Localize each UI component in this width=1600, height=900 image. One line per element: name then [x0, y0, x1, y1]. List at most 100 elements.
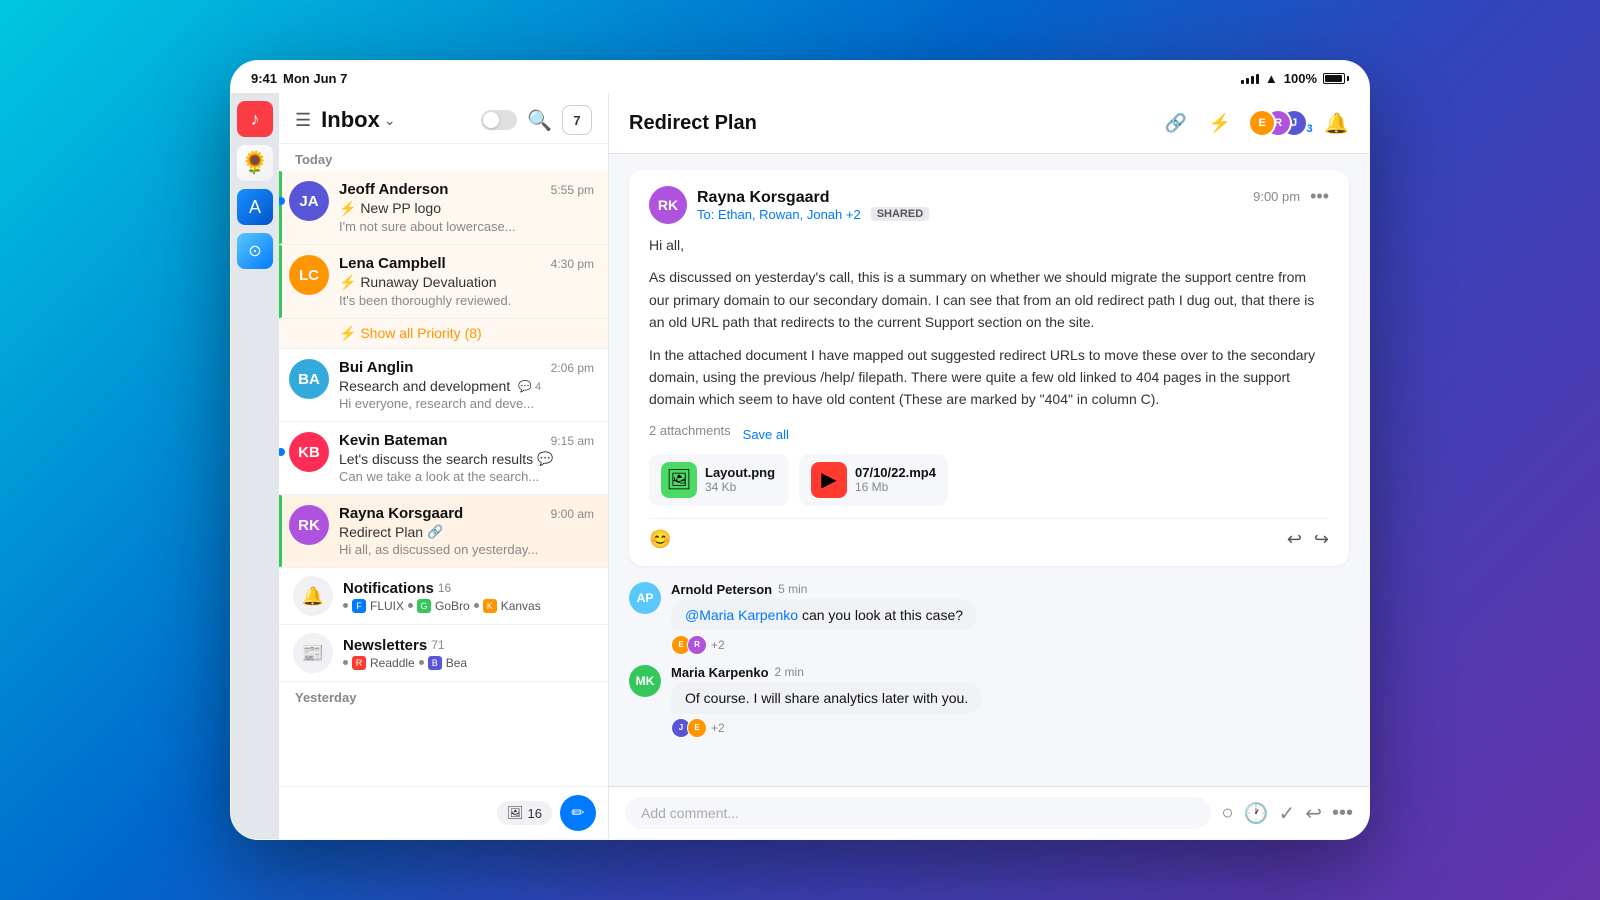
header-actions: 🔗 ⚡ E R J +3 🔔: [1160, 107, 1349, 139]
chat-item: MK Maria Karpenko 2 min Of course. I wil…: [629, 665, 1349, 738]
attachment-item[interactable]: 🖼 Layout.png 34 Kb: [649, 454, 789, 506]
att-name: Layout.png: [705, 465, 775, 480]
shared-badge: SHARED: [871, 207, 929, 221]
menu-icon[interactable]: ☰: [295, 110, 311, 131]
notif-content: Newsletters 71 R Readdle B Bea: [343, 637, 594, 670]
avatar: KB: [289, 432, 329, 472]
notif-title-row: Newsletters 71: [343, 637, 594, 654]
reaction-button[interactable]: 😊: [649, 529, 671, 550]
search-button[interactable]: 🔍: [527, 108, 552, 133]
subject-text: Research and development: [339, 378, 510, 394]
item-top: Bui Anglin 2:06 pm: [339, 359, 594, 376]
inbox-chevron-icon[interactable]: ⌄: [384, 112, 396, 129]
lightning-icon-button[interactable]: ⚡: [1204, 107, 1236, 139]
chat-section: AP Arnold Peterson 5 min @Maria Karpenko…: [629, 582, 1349, 738]
chip-count: 16: [528, 806, 542, 821]
att-size: 34 Kb: [705, 480, 775, 494]
dot-icon: [408, 603, 413, 608]
mention: @Maria Karpenko: [685, 607, 798, 623]
compose-button[interactable]: ✏: [560, 795, 596, 831]
dock-music-app[interactable]: ♪: [237, 101, 273, 137]
preview-text: Can we take a look at the search...: [339, 469, 594, 484]
source-2: GoBro: [435, 599, 470, 613]
msg-to-row: To: Ethan, Rowan, Jonah +2 SHARED: [697, 207, 929, 222]
reply-icon-button[interactable]: ↩: [1305, 801, 1322, 826]
avatar: LC: [289, 255, 329, 295]
react-avatar: E: [687, 718, 707, 738]
checkmark-icon-button[interactable]: ✓: [1278, 801, 1295, 826]
msg-action-right: ↩ ↪: [1287, 529, 1329, 550]
show-priority-text: ⚡ Show all Priority (8): [339, 325, 482, 342]
attachment-list: 🖼 Layout.png 34 Kb ▶ 07/10/22.mp4: [649, 454, 1329, 506]
notifications-item[interactable]: 🔔 Notifications 16 F FLUIX G GoBro: [279, 568, 608, 625]
preview-text: I'm not sure about lowercase...: [339, 219, 594, 234]
list-item[interactable]: RK Rayna Korsgaard 9:00 am Redirect Plan…: [279, 495, 608, 568]
more-icon-button[interactable]: •••: [1332, 802, 1353, 825]
avatar-wrap: JA: [289, 181, 329, 221]
thread-count: 💬 4: [518, 380, 541, 393]
newsletters-title: Newsletters: [343, 637, 427, 654]
link-icon-button[interactable]: 🔗: [1160, 107, 1192, 139]
save-all-button[interactable]: Save all: [743, 427, 789, 442]
avatar-wrap: BA: [289, 359, 329, 399]
show-priority-button[interactable]: ⚡ Show all Priority (8): [279, 319, 608, 349]
email-detail-header: Redirect Plan 🔗 ⚡ E R J +3 🔔: [609, 93, 1369, 154]
msg-more-button[interactable]: •••: [1310, 186, 1329, 207]
preview-text: Hi all, as discussed on yesterday...: [339, 542, 594, 557]
list-item[interactable]: JA Jeoff Anderson 5:55 pm ⚡ New PP logo …: [279, 171, 608, 245]
bell-icon-button[interactable]: 🔔: [1324, 111, 1349, 136]
react-count: +2: [711, 721, 725, 735]
msg-avatar: RK: [649, 186, 687, 224]
item-top: Rayna Korsgaard 9:00 am: [339, 505, 594, 522]
subject-row: Redirect Plan 🔗: [339, 524, 594, 540]
newsletters-item[interactable]: 📰 Newsletters 71 R Readdle B Bea: [279, 625, 608, 682]
reply-button[interactable]: ↩: [1287, 529, 1302, 550]
reaction-avatars: E R: [671, 635, 707, 655]
main-content: ♪ 🌻 A ⊙ ☰ Inbox ⌄ 🔍 7 Today: [231, 93, 1369, 839]
inbox-badge-button[interactable]: 7: [562, 105, 592, 135]
newsletters-sources: R Readdle B Bea: [343, 656, 594, 670]
email-panel: Redirect Plan 🔗 ⚡ E R J +3 🔔: [609, 93, 1369, 839]
att-details: Layout.png 34 Kb: [705, 465, 775, 494]
sender-name: Rayna Korsgaard: [339, 505, 463, 522]
source-3: Kanvas: [501, 599, 541, 613]
forward-button[interactable]: ↪: [1314, 529, 1329, 550]
wifi-icon: ▲: [1265, 71, 1278, 86]
status-date: Mon Jun 7: [283, 71, 347, 86]
bea-icon: B: [428, 656, 442, 670]
chat-avatar: AP: [629, 582, 661, 614]
reaction-row: J E +2: [671, 718, 982, 738]
dock-photos-app[interactable]: 🌻: [237, 145, 273, 181]
chip-action[interactable]: 🖼 16: [497, 801, 552, 825]
inbox-header: ☰ Inbox ⌄ 🔍 7: [279, 93, 608, 144]
reaction-avatars: J E: [671, 718, 707, 738]
dock-safari-app[interactable]: ⊙: [237, 233, 273, 269]
unread-dot: [279, 197, 285, 205]
source-bea: Bea: [446, 656, 467, 670]
comment-actions: ○ 🕐 ✓ ↩ •••: [1221, 801, 1353, 826]
readdle-icon: R: [352, 656, 366, 670]
react-count: +2: [711, 638, 725, 652]
comment-placeholder: Add comment...: [641, 805, 739, 821]
subject-row: Research and development 💬 4: [339, 378, 594, 394]
dot-icon: [474, 603, 479, 608]
comment-input[interactable]: Add comment...: [625, 797, 1211, 829]
device-frame: 9:41 Mon Jun 7 ▲ 100% ♪ 🌻 A ⊙: [230, 60, 1370, 840]
msg-body-2: As discussed on yesterday's call, this i…: [649, 266, 1329, 333]
circle-icon-button[interactable]: ○: [1221, 802, 1233, 825]
list-item[interactable]: KB Kevin Bateman 9:15 am Let's discuss t…: [279, 422, 608, 495]
attachment-item[interactable]: ▶ 07/10/22.mp4 16 Mb: [799, 454, 948, 506]
dot-icon: [343, 603, 348, 608]
list-item[interactable]: LC Lena Campbell 4:30 pm ⚡ Runaway Deval…: [279, 245, 608, 319]
inbox-toggle[interactable]: [481, 110, 517, 130]
dock-appstore-app[interactable]: A: [237, 189, 273, 225]
sender-name: Kevin Bateman: [339, 432, 447, 449]
chat-content: Arnold Peterson 5 min @Maria Karpenko ca…: [671, 582, 977, 655]
clock-icon-button[interactable]: 🕐: [1244, 801, 1269, 826]
chat-name-row: Maria Karpenko 2 min: [671, 665, 982, 680]
avatar-wrap: KB: [289, 432, 329, 472]
list-item[interactable]: BA Bui Anglin 2:06 pm Research and devel…: [279, 349, 608, 422]
sender-name: Lena Campbell: [339, 255, 446, 272]
status-time: 9:41: [251, 71, 277, 86]
inbox-actions: 🖼 16 ✏: [279, 786, 608, 839]
